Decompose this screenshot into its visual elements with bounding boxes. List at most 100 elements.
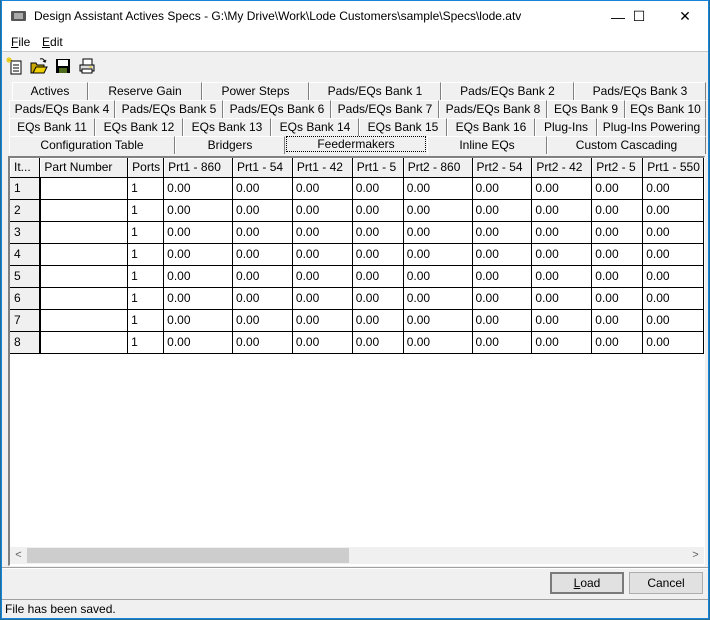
grid-cell[interactable]: 0.00 [163,176,234,200]
tab-eqs-bank-9[interactable]: EQs Bank 9 [547,100,625,118]
row-header[interactable]: 5 [10,264,41,288]
grid-cell[interactable]: 0.00 [291,286,353,310]
save-disk-icon[interactable] [54,57,72,75]
tab-power-steps[interactable]: Power Steps [202,82,309,100]
grid-cell[interactable]: 0.00 [642,308,704,332]
grid-cell[interactable]: 0.00 [232,286,293,310]
grid-cell[interactable]: 0.00 [402,176,473,200]
grid-cell[interactable]: 0.00 [531,330,593,354]
row-header[interactable]: 3 [10,220,41,244]
grid-cell[interactable]: 1 [127,286,165,310]
grid-cell[interactable]: 0.00 [232,242,293,266]
grid-cell[interactable]: 0.00 [471,330,533,354]
row-header[interactable]: 8 [10,330,41,354]
grid-cell[interactable] [39,220,129,244]
grid-cell[interactable]: 0.00 [351,286,404,310]
grid-cell[interactable]: 0.00 [471,176,533,200]
grid-cell[interactable]: 0.00 [642,330,704,354]
maximize-button[interactable]: ☐ [616,1,662,32]
tab-pads-eqs-bank-2[interactable]: Pads/EQs Bank 2 [441,82,574,100]
grid-cell[interactable]: 0.00 [642,242,704,266]
grid-cell[interactable]: 1 [127,220,165,244]
tab-plug-ins[interactable]: Plug-Ins [535,118,597,136]
grid-cell[interactable]: 0.00 [471,308,533,332]
grid-cell[interactable]: 0.00 [232,176,293,200]
scroll-left-arrow-icon[interactable]: < [10,547,27,564]
grid-cell[interactable]: 0.00 [163,198,234,222]
tab-eqs-bank-14[interactable]: EQs Bank 14 [271,118,359,136]
grid-cell[interactable]: 0.00 [642,198,704,222]
tab-pads-eqs-bank-1[interactable]: Pads/EQs Bank 1 [309,82,441,100]
grid-cell[interactable]: 0.00 [402,330,473,354]
grid-cell[interactable]: 0.00 [591,286,644,310]
column-header[interactable]: Ports [127,158,165,178]
tab-eqs-bank-10[interactable]: EQs Bank 10 [625,100,706,118]
grid-cell[interactable]: 0.00 [591,176,644,200]
grid-cell[interactable]: 0.00 [351,330,404,354]
grid-cell[interactable]: 0.00 [642,220,704,244]
grid-cell[interactable]: 0.00 [402,220,473,244]
tab-inline-eqs[interactable]: Inline EQs [427,136,547,154]
tab-pads-eqs-bank-8[interactable]: Pads/EQs Bank 8 [439,100,547,118]
grid-cell[interactable]: 0.00 [351,220,404,244]
grid-cell[interactable]: 1 [127,264,165,288]
grid-cell[interactable]: 0.00 [351,308,404,332]
grid-cell[interactable]: 0.00 [471,242,533,266]
tab-eqs-bank-11[interactable]: EQs Bank 11 [9,118,95,136]
grid-cell[interactable]: 1 [127,308,165,332]
tab-actives[interactable]: Actives [12,82,88,100]
menu-file[interactable]: File [11,35,30,49]
column-header[interactable]: Prt1 - 550 [642,158,704,178]
grid-cell[interactable]: 0.00 [642,176,704,200]
grid-cell[interactable]: 0.00 [591,308,644,332]
grid-cell[interactable]: 0.00 [471,264,533,288]
grid-cell[interactable]: 0.00 [471,220,533,244]
grid-cell[interactable]: 0.00 [291,198,353,222]
grid-cell[interactable] [39,176,129,200]
close-button[interactable]: ✕ [662,1,708,32]
grid-cell[interactable]: 0.00 [531,264,593,288]
open-folder-icon[interactable] [30,57,48,75]
column-header[interactable]: It... [10,158,41,178]
grid-cell[interactable]: 1 [127,330,165,354]
scroll-right-arrow-icon[interactable]: > [687,547,704,564]
grid-cell[interactable]: 0.00 [351,264,404,288]
grid-cell[interactable]: 0.00 [163,242,234,266]
grid-cell[interactable]: 0.00 [531,220,593,244]
grid-cell[interactable]: 0.00 [291,264,353,288]
tab-eqs-bank-12[interactable]: EQs Bank 12 [95,118,183,136]
grid-cell[interactable]: 0.00 [531,242,593,266]
grid-cell[interactable] [39,286,129,310]
tab-pads-eqs-bank-4[interactable]: Pads/EQs Bank 4 [9,100,115,118]
grid-cell[interactable] [39,330,129,354]
column-header[interactable]: Prt1 - 5 [351,158,404,178]
tab-custom-cascading[interactable]: Custom Cascading [547,136,706,154]
grid-cell[interactable]: 0.00 [402,242,473,266]
scrollbar-thumb[interactable] [27,548,349,563]
data-grid[interactable]: It... Part Number Ports Prt1 - 860 Prt1 - 54… [8,156,705,566]
column-header[interactable]: Prt2 - 860 [402,158,473,178]
grid-cell[interactable]: 0.00 [232,220,293,244]
menu-edit[interactable]: Edit [42,35,63,49]
grid-cell[interactable] [39,308,129,332]
grid-cell[interactable]: 0.00 [291,220,353,244]
grid-cell[interactable]: 0.00 [642,264,704,288]
grid-cell[interactable]: 0.00 [351,198,404,222]
grid-cell[interactable]: 0.00 [351,242,404,266]
tab-configuration-table[interactable]: Configuration Table [9,136,175,154]
grid-cell[interactable]: 0.00 [642,286,704,310]
tab-reserve-gain[interactable]: Reserve Gain [88,82,202,100]
grid-cell[interactable]: 0.00 [591,220,644,244]
grid-cell[interactable]: 0.00 [232,198,293,222]
grid-cell[interactable]: 0.00 [402,308,473,332]
row-header[interactable]: 1 [10,176,41,200]
grid-cell[interactable]: 0.00 [163,264,234,288]
row-header[interactable]: 4 [10,242,41,266]
row-header[interactable]: 7 [10,308,41,332]
grid-cell[interactable]: 0.00 [163,330,234,354]
grid-cell[interactable]: 1 [127,176,165,200]
cancel-button[interactable]: Cancel [629,572,703,594]
grid-cell[interactable]: 0.00 [291,330,353,354]
tab-eqs-bank-13[interactable]: EQs Bank 13 [183,118,271,136]
grid-cell[interactable]: 0.00 [232,264,293,288]
